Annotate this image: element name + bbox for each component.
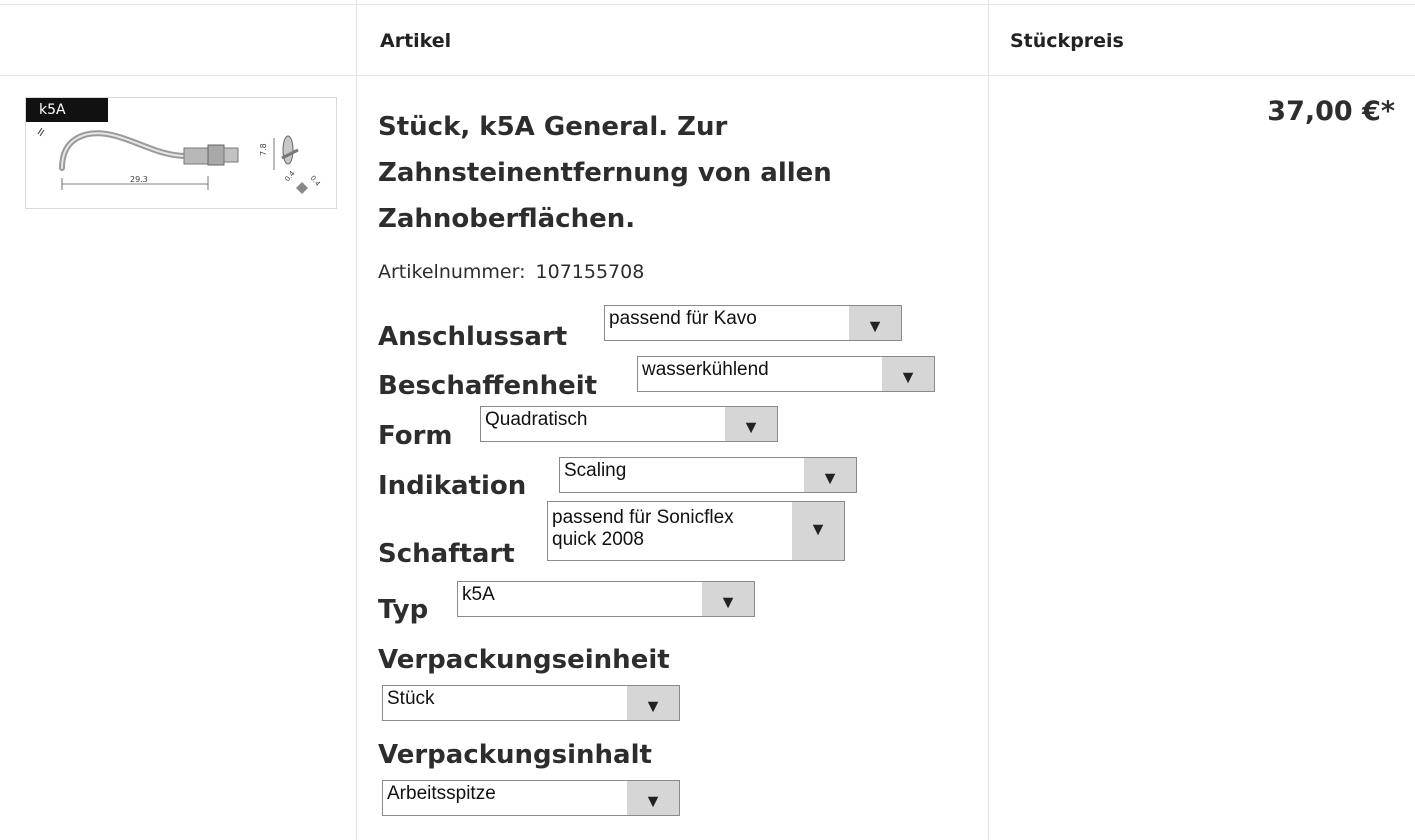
select-value: Arbeitsspitze — [387, 783, 496, 804]
option-label-verpackungsinhalt: Verpackungsinhalt — [378, 740, 652, 770]
select-indikation[interactable]: Scaling ▼ — [559, 457, 857, 493]
article-number-value: 107155708 — [535, 261, 645, 283]
option-label-beschaffenheit: Beschaffenheit — [378, 371, 598, 401]
dimension-b-label: 0.4 — [308, 174, 322, 188]
option-label-indikation: Indikation — [378, 471, 527, 501]
select-schaftart[interactable]: passend für Sonicflex quick 2008 ▼ — [547, 501, 845, 561]
select-verpackungsinhalt[interactable]: Arbeitsspitze ▼ — [382, 780, 680, 816]
header-divider — [0, 75, 1415, 76]
option-label-typ: Typ — [378, 595, 429, 625]
select-value: passend für Kavo — [609, 308, 757, 329]
dimension-height-label: 7.8 — [259, 143, 268, 156]
select-typ[interactable]: k5A ▼ — [457, 581, 755, 617]
column-header-article: Artikel — [380, 30, 452, 52]
select-value: k5A — [462, 584, 495, 605]
column-divider — [356, 0, 357, 840]
triangle-down-icon: ▼ — [702, 582, 754, 616]
triangle-down-icon: ▼ — [627, 686, 679, 720]
select-value: Stück — [387, 688, 435, 709]
select-verpackungseinheit[interactable]: Stück ▼ — [382, 685, 680, 721]
select-beschaffenheit[interactable]: wasserkühlend ▼ — [637, 356, 935, 392]
product-title[interactable]: Stück, k5A General. Zur Zahnsteinentfern… — [378, 104, 938, 242]
triangle-down-icon: ▼ — [804, 458, 856, 492]
dimension-length-label: 29.3 — [130, 175, 148, 184]
triangle-down-icon: ▼ — [725, 407, 777, 441]
select-value: Scaling — [564, 460, 627, 481]
select-value: wasserkühlend — [642, 359, 769, 380]
select-value: Quadratisch — [485, 409, 588, 430]
select-anschlussart[interactable]: passend für Kavo ▼ — [604, 305, 902, 341]
select-form[interactable]: Quadratisch ▼ — [480, 406, 778, 442]
option-label-verpackungseinheit: Verpackungseinheit — [378, 645, 670, 675]
select-value-line2: quick 2008 — [552, 529, 644, 550]
triangle-down-icon: ▼ — [792, 502, 844, 560]
column-header-price: Stückpreis — [1010, 30, 1124, 52]
article-number-label: Artikelnummer: — [378, 261, 526, 283]
dimension-a-label: 0.4 — [283, 169, 297, 183]
unit-price: 37,00 €* — [1267, 96, 1395, 127]
option-label-form: Form — [378, 421, 453, 451]
article-number: Artikelnummer: 107155708 — [378, 261, 644, 283]
product-image[interactable]: k5A 29.3 7.8 0.4 0.4 — [25, 97, 337, 209]
scaler-tip-drawing: 29.3 7.8 0.4 0.4 — [37, 127, 322, 194]
select-value-line1: passend für Sonicflex — [552, 507, 734, 528]
column-divider — [988, 0, 989, 840]
triangle-down-icon: ▼ — [849, 306, 901, 340]
option-label-schaftart: Schaftart — [378, 539, 515, 569]
option-label-anschlussart: Anschlussart — [378, 322, 568, 352]
triangle-down-icon: ▼ — [627, 781, 679, 815]
triangle-down-icon: ▼ — [882, 357, 934, 391]
table-top-border — [0, 4, 1415, 5]
